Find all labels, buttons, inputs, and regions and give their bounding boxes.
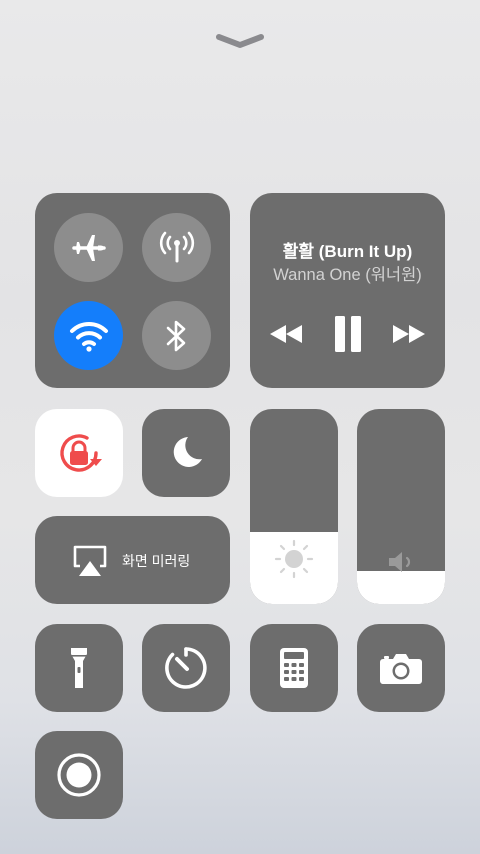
flashlight-icon — [71, 648, 87, 688]
fast-forward-button[interactable] — [389, 319, 429, 349]
screen-recording-button[interactable] — [35, 731, 123, 819]
bluetooth-icon — [166, 320, 185, 351]
camera-icon — [380, 654, 422, 684]
airplane-icon — [71, 234, 106, 261]
calculator-icon — [280, 648, 308, 688]
flashlight-button[interactable] — [35, 624, 123, 712]
screen-mirroring-label: 화면 미러링 — [122, 553, 191, 569]
brightness-slider[interactable] — [250, 409, 338, 604]
rotation-lock-button[interactable] — [35, 409, 123, 497]
moon-icon — [173, 437, 202, 467]
cellular-data-icon — [159, 231, 194, 262]
pause-button[interactable] — [328, 315, 368, 353]
sun-icon — [274, 539, 314, 579]
do-not-disturb-button[interactable] — [142, 409, 230, 497]
speaker-icon — [389, 552, 411, 572]
song-title: 활활 (Burn It Up) — [282, 242, 413, 261]
camera-button[interactable] — [357, 624, 445, 712]
chevron-down-icon — [216, 34, 264, 48]
volume-slider[interactable] — [357, 409, 445, 604]
airplay-icon — [73, 545, 107, 576]
rewind-button[interactable] — [266, 319, 306, 349]
dismiss-chevron[interactable] — [214, 30, 266, 52]
cellular-data-button[interactable] — [142, 213, 211, 282]
fast-forward-icon — [393, 325, 425, 343]
wifi-button[interactable] — [54, 301, 123, 370]
calculator-button[interactable] — [250, 624, 338, 712]
wifi-icon — [69, 321, 108, 352]
pause-icon — [335, 316, 361, 352]
timer-button[interactable] — [142, 624, 230, 712]
screen-mirroring-button[interactable]: 화면 미러링 — [35, 516, 230, 604]
rewind-icon — [270, 325, 302, 343]
now-playing-panel: 활활 (Burn It Up) Wanna One (워너원) — [250, 193, 445, 388]
connectivity-panel — [35, 193, 230, 388]
airplane-mode-button[interactable] — [54, 213, 123, 282]
timer-icon — [165, 647, 207, 689]
screen-record-icon — [57, 753, 101, 797]
bluetooth-button[interactable] — [142, 301, 211, 370]
song-artist: Wanna One (워너원) — [273, 266, 422, 284]
rotation-lock-icon — [60, 434, 102, 472]
